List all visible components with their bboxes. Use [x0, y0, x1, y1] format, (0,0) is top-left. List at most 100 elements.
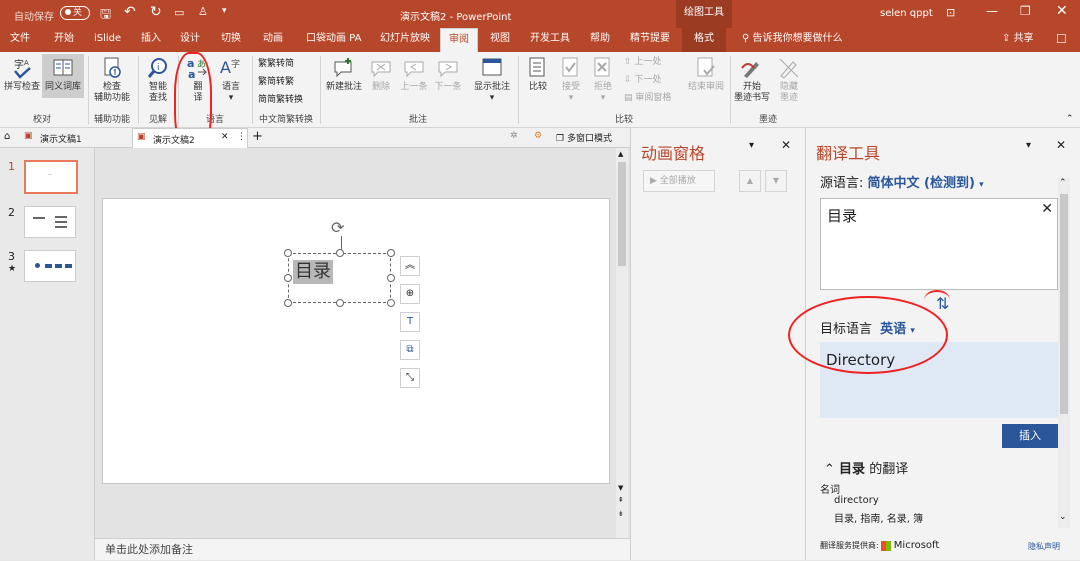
share-button[interactable]: ⇪ 共享	[1002, 28, 1034, 52]
resize-handle[interactable]	[336, 299, 344, 307]
clear-icon[interactable]: ✕	[1041, 201, 1053, 217]
close-tab-icon[interactable]: ✕	[221, 132, 229, 142]
check-accessibility-button[interactable]: 检查 辅助功能	[90, 56, 134, 104]
resize-handle[interactable]	[284, 249, 292, 257]
home-icon[interactable]: ⌂	[4, 131, 10, 142]
tab-slideshow[interactable]: 幻灯片放映	[380, 28, 430, 52]
close-icon[interactable]: ✕	[1056, 3, 1068, 19]
prev-comment-button[interactable]: 上一条	[398, 56, 430, 93]
maximize-icon[interactable]: ❐	[1020, 4, 1031, 18]
pane-options-icon[interactable]: ▾	[1026, 140, 1031, 151]
tab-format[interactable]: 格式	[682, 28, 726, 52]
present-icon[interactable]: ▭	[174, 6, 184, 19]
resize-handle[interactable]	[284, 274, 292, 282]
privacy-link[interactable]: 隐私声明	[1028, 541, 1060, 552]
notes-pane[interactable]: 单击此处添加备注	[95, 538, 630, 560]
vertical-scrollbar[interactable]: ▲ ▼ ⇞ ⇟	[616, 148, 628, 538]
spell-check-button[interactable]: 字A 拼写检查	[2, 56, 42, 93]
hide-ink-button[interactable]: 隐藏 墨迹	[774, 56, 804, 104]
slide-canvas[interactable]	[102, 198, 610, 484]
tab-pocket-animation[interactable]: 口袋动画 PA	[306, 28, 361, 52]
tab-home[interactable]: 开始	[54, 28, 74, 52]
thesaurus-button[interactable]: 同义词库	[42, 54, 84, 98]
layout-options-icon[interactable]: ⊕	[400, 284, 420, 304]
multi-window-button[interactable]: ❐ 多窗口模式	[556, 131, 612, 144]
source-language-row[interactable]: 源语言: 简体中文 (检测到) ▾	[820, 172, 984, 191]
more-icon[interactable]: ⋮	[237, 132, 246, 142]
resize-handle[interactable]	[284, 299, 292, 307]
up-chevron-icon[interactable]: ︽	[400, 256, 420, 276]
start-inking-button[interactable]: 开始 墨迹书写	[732, 56, 772, 104]
new-comment-button[interactable]: 新建批注	[322, 56, 366, 93]
slide-thumb-3[interactable]	[24, 250, 76, 282]
doc-tab-1[interactable]: 演示文稿1	[40, 132, 82, 145]
scroll-thumb[interactable]	[618, 162, 626, 266]
slide-thumb-1[interactable]: —	[24, 160, 78, 194]
tab-review[interactable]: 审阅	[440, 28, 478, 52]
review-pane-button[interactable]: ▤ 审阅窗格	[624, 92, 671, 104]
doc-tab-2-active[interactable]: ▣ 演示文稿2 ✕ ⋮	[132, 128, 248, 148]
resize-handle[interactable]	[387, 299, 395, 307]
tab-design[interactable]: 设计	[180, 28, 200, 52]
trad-to-simp-button[interactable]: 繁繁转简	[258, 58, 294, 70]
tab-transitions[interactable]: 切换	[221, 28, 241, 52]
autosave-toggle[interactable]: 关	[60, 6, 90, 20]
tab-animations[interactable]: 动画	[263, 28, 283, 52]
scroll-down-icon[interactable]: ▼	[618, 484, 623, 492]
resize-handle[interactable]	[387, 249, 395, 257]
customize-qat-icon[interactable]: ▾	[222, 6, 227, 16]
tellme-box[interactable]: ⚲ 告诉我你想要做什么	[742, 28, 843, 52]
tab-file[interactable]: 文件	[10, 28, 30, 52]
move-down-icon[interactable]: ▼	[765, 170, 787, 192]
tab-islide[interactable]: iSlide	[94, 28, 121, 52]
shape-style-icon[interactable]: ⧉	[400, 340, 420, 360]
scroll-down-icon[interactable]: ⌄	[1059, 512, 1067, 522]
rotate-handle-icon[interactable]: ⟳	[331, 218, 344, 237]
end-review-button[interactable]: 结束审阅	[684, 56, 728, 93]
reject-button[interactable]: 拒绝 ▾	[588, 56, 618, 104]
resize-handle[interactable]	[336, 249, 344, 257]
tab-help[interactable]: 帮助	[590, 28, 610, 52]
tab-summary[interactable]: 精节提要	[630, 28, 670, 52]
source-text-input[interactable]: 目录 ✕	[820, 198, 1058, 290]
pane-scrollbar[interactable]: ⌃ ⌄	[1058, 178, 1070, 528]
user-name[interactable]: selen qppt	[880, 8, 933, 19]
move-up-icon[interactable]: ▲	[739, 170, 761, 192]
slide-title-text[interactable]: 目录	[293, 260, 333, 284]
smart-lookup-button[interactable]: i 智能 查找	[140, 56, 176, 104]
pin-icon[interactable]: ✲	[510, 131, 518, 141]
redo-icon[interactable]: ↻	[150, 4, 162, 20]
compare-button[interactable]: 比较	[522, 56, 554, 93]
collapse-ribbon-icon[interactable]: ⌃	[1066, 114, 1074, 124]
text-box-selected[interactable]: 目录	[288, 253, 391, 303]
scroll-up-icon[interactable]: ⌃	[1059, 178, 1067, 188]
size-position-icon[interactable]: ⤡	[400, 368, 420, 388]
tab-developer[interactable]: 开发工具	[530, 28, 570, 52]
user-add-icon[interactable]: ♙	[198, 5, 208, 18]
prev-slide-icon[interactable]: ⇞	[618, 496, 624, 504]
convert-button[interactable]: 简简繁转换	[258, 94, 303, 106]
simp-to-trad-button[interactable]: 繁简转繁	[258, 76, 294, 88]
scroll-up-icon[interactable]: ▲	[618, 150, 623, 158]
insert-button[interactable]: 插入	[1002, 424, 1058, 448]
undo-icon[interactable]: ↶	[124, 4, 136, 20]
settings-icon[interactable]: ⚙	[534, 131, 542, 141]
tab-view[interactable]: 视图	[490, 28, 510, 52]
next-comment-button[interactable]: 下一条	[432, 56, 464, 93]
close-pane-icon[interactable]: ✕	[1056, 138, 1066, 152]
save-icon[interactable]: 🖫	[100, 5, 111, 27]
pane-options-icon[interactable]: ▾	[749, 140, 754, 151]
translation-details-header[interactable]: ⌃ 目录 的翻译	[824, 458, 908, 477]
prev-change-button[interactable]: ⇧ 上一处	[624, 56, 661, 68]
delete-comment-button[interactable]: 删除	[368, 56, 394, 93]
show-comments-button[interactable]: 显示批注 ▾	[470, 56, 514, 104]
scroll-thumb[interactable]	[1060, 194, 1068, 414]
text-format-icon[interactable]: T	[400, 312, 420, 332]
new-tab-icon[interactable]: +	[252, 129, 263, 144]
minimize-icon[interactable]: —	[986, 4, 998, 18]
language-button[interactable]: A字 语言 ▾	[216, 56, 246, 104]
next-slide-icon[interactable]: ⇟	[618, 510, 624, 518]
play-all-button[interactable]: ▶ 全部播放	[643, 170, 715, 192]
slide-thumb-2[interactable]	[24, 206, 76, 238]
comments-icon[interactable]: ☐	[1056, 28, 1067, 52]
